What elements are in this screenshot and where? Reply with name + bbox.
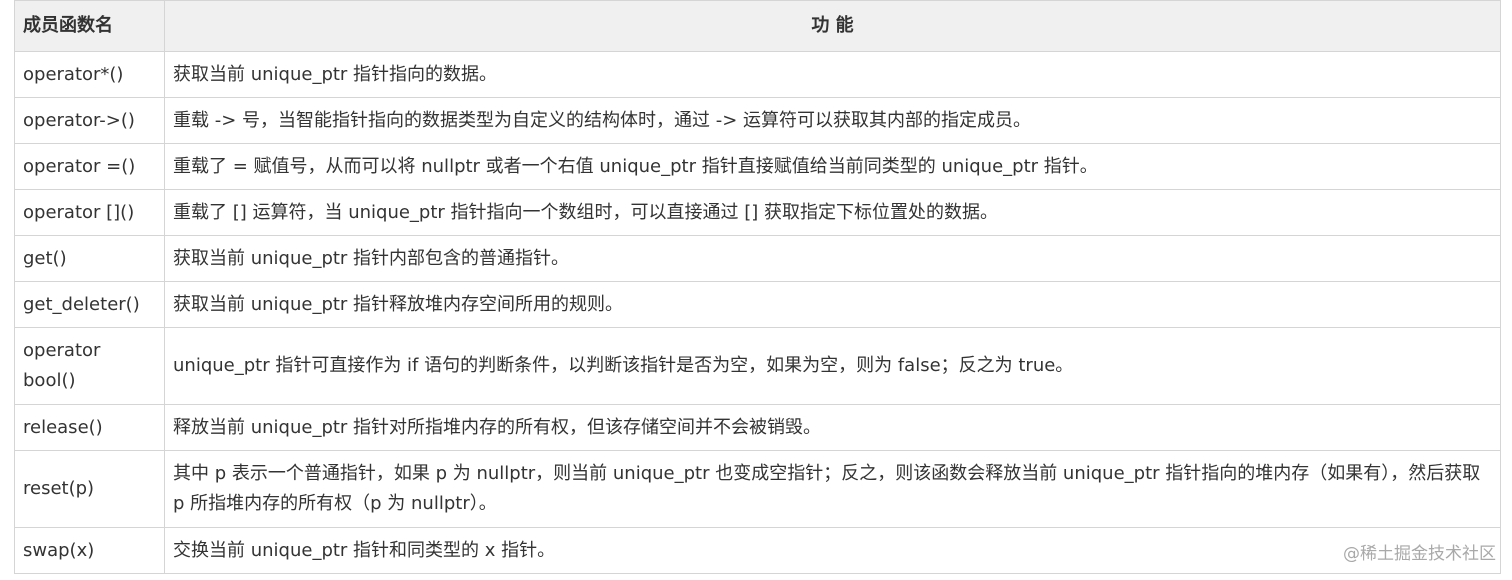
cell-function-desc: 交换当前 unique_ptr 指针和同类型的 x 指针。 bbox=[164, 527, 1501, 574]
cell-function-name: operator bool() bbox=[14, 327, 165, 405]
cell-function-name: get_deleter() bbox=[14, 281, 165, 328]
table-row: operator bool() unique_ptr 指针可直接作为 if 语句… bbox=[14, 327, 1501, 405]
member-function-table: 成员函数名 功 能 operator*() 获取当前 unique_ptr 指针… bbox=[14, 0, 1501, 574]
table-row: reset(p) 其中 p 表示一个普通指针，如果 p 为 nullptr，则当… bbox=[14, 450, 1501, 528]
cell-function-desc: 其中 p 表示一个普通指针，如果 p 为 nullptr，则当前 unique_… bbox=[164, 450, 1501, 528]
cell-function-desc: 释放当前 unique_ptr 指针对所指堆内存的所有权，但该存储空间并不会被销… bbox=[164, 404, 1501, 451]
member-function-table-container: 成员函数名 功 能 operator*() 获取当前 unique_ptr 指针… bbox=[14, 0, 1501, 574]
table-row: operator*() 获取当前 unique_ptr 指针指向的数据。 bbox=[14, 51, 1501, 98]
header-function-desc: 功 能 bbox=[164, 0, 1501, 52]
site-watermark: @稀土掘金技术社区 bbox=[1343, 544, 1496, 564]
cell-function-name: operator*() bbox=[14, 51, 165, 98]
cell-function-desc: 获取当前 unique_ptr 指针指向的数据。 bbox=[164, 51, 1501, 98]
cell-function-desc: 获取当前 unique_ptr 指针释放堆内存空间所用的规则。 bbox=[164, 281, 1501, 328]
cell-function-desc: 获取当前 unique_ptr 指针内部包含的普通指针。 bbox=[164, 235, 1501, 282]
table-row: operator->() 重载 -> 号，当智能指针指向的数据类型为自定义的结构… bbox=[14, 97, 1501, 144]
cell-function-desc: unique_ptr 指针可直接作为 if 语句的判断条件，以判断该指针是否为空… bbox=[164, 327, 1501, 405]
table-row: swap(x) 交换当前 unique_ptr 指针和同类型的 x 指针。 bbox=[14, 527, 1501, 574]
cell-function-name: get() bbox=[14, 235, 165, 282]
table-row: operator =() 重载了 = 赋值号，从而可以将 nullptr 或者一… bbox=[14, 143, 1501, 190]
cell-function-name: operator =() bbox=[14, 143, 165, 190]
table-row: release() 释放当前 unique_ptr 指针对所指堆内存的所有权，但… bbox=[14, 404, 1501, 451]
cell-function-desc: 重载了 = 赋值号，从而可以将 nullptr 或者一个右值 unique_pt… bbox=[164, 143, 1501, 190]
cell-function-desc: 重载 -> 号，当智能指针指向的数据类型为自定义的结构体时，通过 -> 运算符可… bbox=[164, 97, 1501, 144]
table-row: operator []() 重载了 [] 运算符，当 unique_ptr 指针… bbox=[14, 189, 1501, 236]
cell-function-name: operator->() bbox=[14, 97, 165, 144]
cell-function-name: release() bbox=[14, 404, 165, 451]
table-row: get_deleter() 获取当前 unique_ptr 指针释放堆内存空间所… bbox=[14, 281, 1501, 328]
header-function-name: 成员函数名 bbox=[14, 0, 165, 52]
cell-function-desc: 重载了 [] 运算符，当 unique_ptr 指针指向一个数组时，可以直接通过… bbox=[164, 189, 1501, 236]
table-row: get() 获取当前 unique_ptr 指针内部包含的普通指针。 bbox=[14, 235, 1501, 282]
table-header-row: 成员函数名 功 能 bbox=[14, 0, 1501, 52]
cell-function-name: operator []() bbox=[14, 189, 165, 236]
cell-function-name: reset(p) bbox=[14, 450, 165, 528]
cell-function-name: swap(x) bbox=[14, 527, 165, 574]
